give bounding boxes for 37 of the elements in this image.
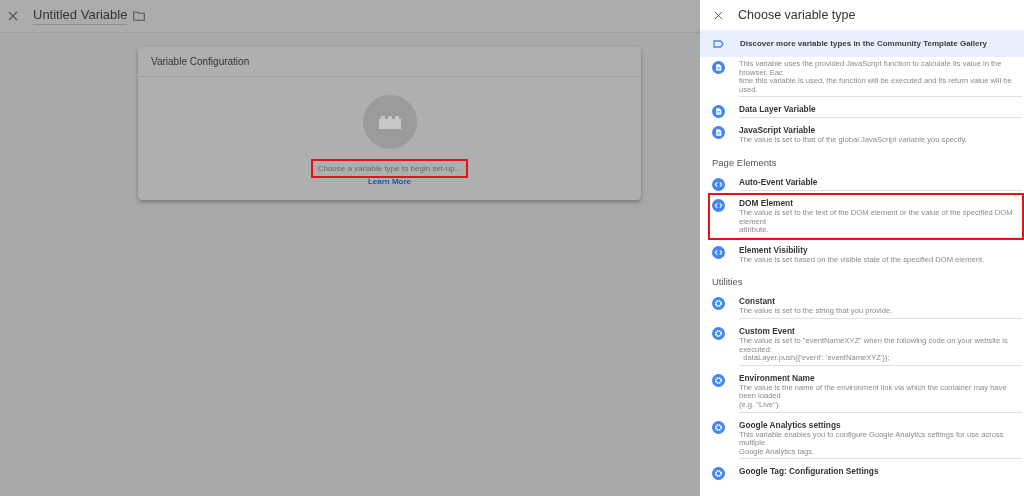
item-name: Constant <box>739 296 776 308</box>
gear-icon <box>712 326 725 340</box>
close-icon[interactable] <box>8 11 18 21</box>
section-heading: Page Elements <box>711 155 778 170</box>
tag-icon <box>713 39 724 48</box>
folder-icon[interactable] <box>133 11 146 21</box>
gear-icon <box>712 420 725 434</box>
item-name: JavaScript Variable <box>739 125 817 137</box>
code-icon <box>712 177 725 191</box>
variable-type-item[interactable]: Auto-Event Variable <box>708 171 1024 193</box>
section-heading: Utilities <box>711 275 744 290</box>
gear-icon <box>712 373 725 387</box>
variable-type-item[interactable]: Google Tag: Configuration Settings <box>708 461 1024 483</box>
document-icon <box>712 126 725 140</box>
panel-title: Choose variable type <box>738 8 856 22</box>
gear-icon <box>712 297 725 311</box>
code-icon <box>712 245 725 259</box>
code-icon <box>712 198 725 212</box>
item-name: Google Analytics settings <box>739 419 842 431</box>
card-title: Variable Configuration <box>138 47 641 77</box>
document-icon <box>712 61 725 74</box>
gallery-banner[interactable]: Discover more variable types in the Community Template Gallery <box>700 30 1024 57</box>
item-name: DOM Element <box>739 197 794 209</box>
item-name: Element Visibility <box>739 244 809 256</box>
item-name: Environment Name <box>739 372 816 384</box>
gear-icon <box>712 467 725 481</box>
close-icon[interactable] <box>714 10 723 20</box>
document-icon <box>712 105 725 119</box>
item-name: Google Tag: Configuration Settings <box>739 466 880 478</box>
brick-icon <box>378 115 401 129</box>
learn-more-link[interactable]: Learn More <box>367 177 412 186</box>
item-name: Data Layer Variable <box>739 104 817 116</box>
variable-type-item[interactable]: Data Layer Variable <box>708 99 1024 121</box>
prompt-text: Choose a variable type to begin set-up... <box>310 159 469 178</box>
item-name: Custom Event <box>739 325 796 337</box>
variable-name-field[interactable]: Untitled Variable <box>33 7 128 25</box>
item-name: Auto-Event Variable <box>739 176 819 188</box>
